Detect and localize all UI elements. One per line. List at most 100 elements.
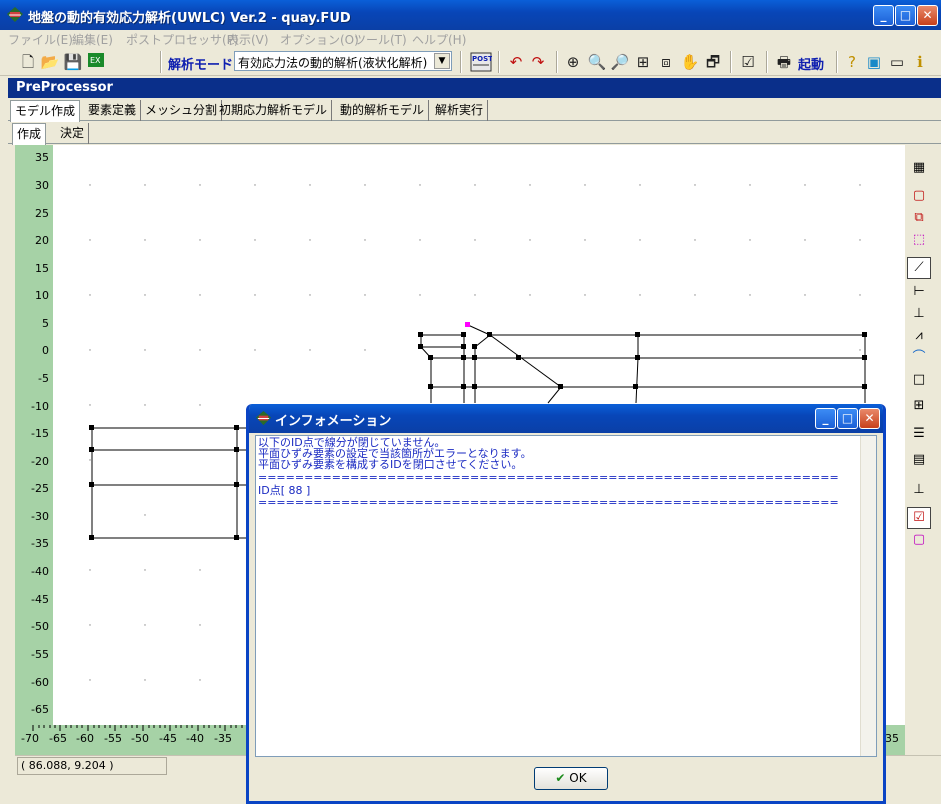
toolbar-separator <box>836 51 838 73</box>
y-tick-label: -15 <box>31 427 49 440</box>
minimize-button[interactable]: _ <box>873 5 894 26</box>
pan-hand-icon[interactable]: ✋ <box>680 52 700 72</box>
zoom-in-icon[interactable]: 🔍 <box>587 52 607 72</box>
toolbar-separator <box>556 51 558 73</box>
tab-initial-stress-model[interactable]: 初期応力解析モデル <box>215 100 333 121</box>
y-tick-label: 20 <box>35 234 49 247</box>
horizontal-line-icon[interactable]: ⊢ <box>907 281 931 303</box>
main-tabs: モデル作成 要素定義 メッシュ分割 初期応力解析モデル 動的解析モデル 解析実行 <box>8 99 941 122</box>
y-tick-label: 15 <box>35 262 49 275</box>
maximize-button[interactable]: □ <box>895 5 916 26</box>
tab-element-definition[interactable]: 要素定義 <box>84 100 142 121</box>
open-folder-icon[interactable]: 📂 <box>40 52 60 72</box>
information-dialog: インフォメーション _ □ ✕ 以下のID点で線分が閉じていません。 平面ひずみ… <box>246 404 886 804</box>
run-printer-icon[interactable]: 🖶 <box>774 52 794 72</box>
ok-button[interactable]: ✔ OK <box>534 767 608 790</box>
menu-postprocessor[interactable]: ポストプロセッサ(P) <box>126 31 239 48</box>
y-tick-label: 30 <box>35 179 49 192</box>
title-bar[interactable]: 地盤の動的有効応力解析(UWLC) Ver.2 - quay.FUD _ □ ✕ <box>0 0 941 30</box>
cad-import-icon[interactable]: ▤ <box>907 449 931 471</box>
menu-options[interactable]: オプション(O) <box>280 31 359 48</box>
dialog-message-area[interactable]: 以下のID点で線分が閉じていません。 平面ひずみ要素の設定で当該箇所がエラーとな… <box>255 435 877 757</box>
menu-help[interactable]: ヘルプ(H) <box>412 31 466 48</box>
help-icon[interactable]: ? <box>842 52 862 72</box>
toolbar-separator <box>498 51 500 73</box>
square-tool-icon[interactable]: □ <box>907 369 931 391</box>
x-tick-label: -60 <box>76 732 94 745</box>
fit-window-icon[interactable]: ⧈ <box>656 52 676 72</box>
selected-node-88[interactable] <box>465 322 470 327</box>
analysis-mode-select[interactable]: 有効応力法の動的解析(液状化解析) ▼ <box>234 51 452 71</box>
menu-tools[interactable]: ツール(T) <box>354 31 407 48</box>
export-icon[interactable]: EX <box>86 52 106 72</box>
menu-file[interactable]: ファイル(E) <box>8 31 73 48</box>
y-tick-label: -40 <box>31 565 49 578</box>
tab-dynamic-model[interactable]: 動的解析モデル <box>336 100 430 121</box>
y-tick-label: 0 <box>42 344 49 357</box>
redraw-icon[interactable]: 🗗 <box>703 52 723 72</box>
vertical-line-icon[interactable]: ⊥ <box>907 303 931 325</box>
zoom-out-icon[interactable]: 🔎 <box>610 52 630 72</box>
y-tick-label: -25 <box>31 482 49 495</box>
tab-mesh-division[interactable]: メッシュ分割 <box>141 100 223 121</box>
check-model-icon[interactable]: ☑ <box>738 52 758 72</box>
polyline-icon[interactable]: ⩘ <box>907 325 931 347</box>
app-icon <box>7 7 23 22</box>
dialog-title-bar[interactable]: インフォメーション _ □ ✕ <box>249 404 883 433</box>
post-icon[interactable]: POST <box>469 52 493 72</box>
dashed-rectangle-icon[interactable]: ⬚ <box>907 229 931 251</box>
save-icon[interactable]: 💾 <box>63 52 83 72</box>
line-tool-icon[interactable]: ⟋ <box>907 257 931 279</box>
cursor-coordinates: ( 86.088, 9.204 ) <box>17 757 167 775</box>
layer-list-icon[interactable]: ☰ <box>907 423 931 445</box>
launch-button[interactable]: 起動 <box>798 54 824 73</box>
tab-create[interactable]: 作成 <box>12 123 47 145</box>
grid-mesh-icon[interactable]: ⊞ <box>907 395 931 417</box>
y-tick-label: 35 <box>35 151 49 164</box>
x-tick-label: -55 <box>104 732 122 745</box>
node-insert-icon[interactable]: ⊥ <box>907 479 931 501</box>
tab-run-analysis[interactable]: 解析実行 <box>431 100 489 121</box>
y-axis-ruler: 35 30 25 20 15 10 5 0 -5 -10 -15 -20 -25… <box>15 145 53 735</box>
redo-icon[interactable]: ↷ <box>528 52 548 72</box>
check-closed-icon[interactable]: ☑ <box>907 507 931 529</box>
post-label: POST <box>472 55 492 63</box>
undo-icon[interactable]: ↶ <box>506 52 526 72</box>
application-window: 地盤の動的有効応力解析(UWLC) Ver.2 - quay.FUD _ □ ✕… <box>0 0 941 804</box>
y-tick-label: -30 <box>31 510 49 523</box>
boundary-icon[interactable]: ▢ <box>907 529 931 551</box>
select-region-icon[interactable]: ▦ <box>907 157 931 179</box>
dialog-maximize-button[interactable]: □ <box>837 408 858 429</box>
dialog-minimize-button[interactable]: _ <box>815 408 836 429</box>
vertical-scrollbar[interactable] <box>860 436 876 756</box>
message-line: 平面ひずみ要素を構成するIDを閉口させてください。 <box>258 458 523 471</box>
card-icon[interactable]: ▭ <box>887 52 907 72</box>
menu-edit[interactable]: 編集(E) <box>72 31 113 48</box>
window-layout-icon[interactable]: ▣ <box>864 52 884 72</box>
message-separator: ========================================… <box>258 471 839 484</box>
y-tick-label: -20 <box>31 455 49 468</box>
multi-rectangle-icon[interactable]: ⧉ <box>907 207 931 229</box>
message-id-point: ID点[ 88 ] <box>258 484 311 497</box>
rectangle-tool-icon[interactable]: ▢ <box>907 185 931 207</box>
curve-tool-icon[interactable]: ⌒ <box>907 347 931 369</box>
analysis-mode-value: 有効応力法の動的解析(液状化解析) <box>238 56 428 70</box>
tab-confirm[interactable]: 決定 <box>56 123 90 144</box>
new-file-icon[interactable]: 🗋 <box>18 52 38 72</box>
tab-model-creation[interactable]: モデル作成 <box>10 100 81 122</box>
fit-all-icon[interactable]: ⊞ <box>633 52 653 72</box>
zoom-window-icon[interactable]: ⊕ <box>563 52 583 72</box>
x-tick-label: -35 <box>214 732 232 745</box>
x-tick-label: -40 <box>186 732 204 745</box>
y-tick-label: -45 <box>31 593 49 606</box>
toolbar: 🗋 📂 💾 EX 解析モード POST ↶ ↷ ⊕ 🔍 🔎 ⊞ ⧈ ✋ 🗗 ☑ … <box>0 48 941 76</box>
menu-view[interactable]: 表示(V) <box>227 31 269 48</box>
close-button[interactable]: ✕ <box>917 5 938 26</box>
dialog-close-button[interactable]: ✕ <box>859 408 880 429</box>
sub-tabs: 作成 決定 <box>8 122 941 145</box>
ok-label: OK <box>569 771 587 785</box>
message-separator: ========================================… <box>258 496 839 509</box>
info-person-icon[interactable]: ℹ <box>910 52 930 72</box>
chevron-down-icon[interactable]: ▼ <box>434 53 450 69</box>
x-tick-label: -45 <box>159 732 177 745</box>
